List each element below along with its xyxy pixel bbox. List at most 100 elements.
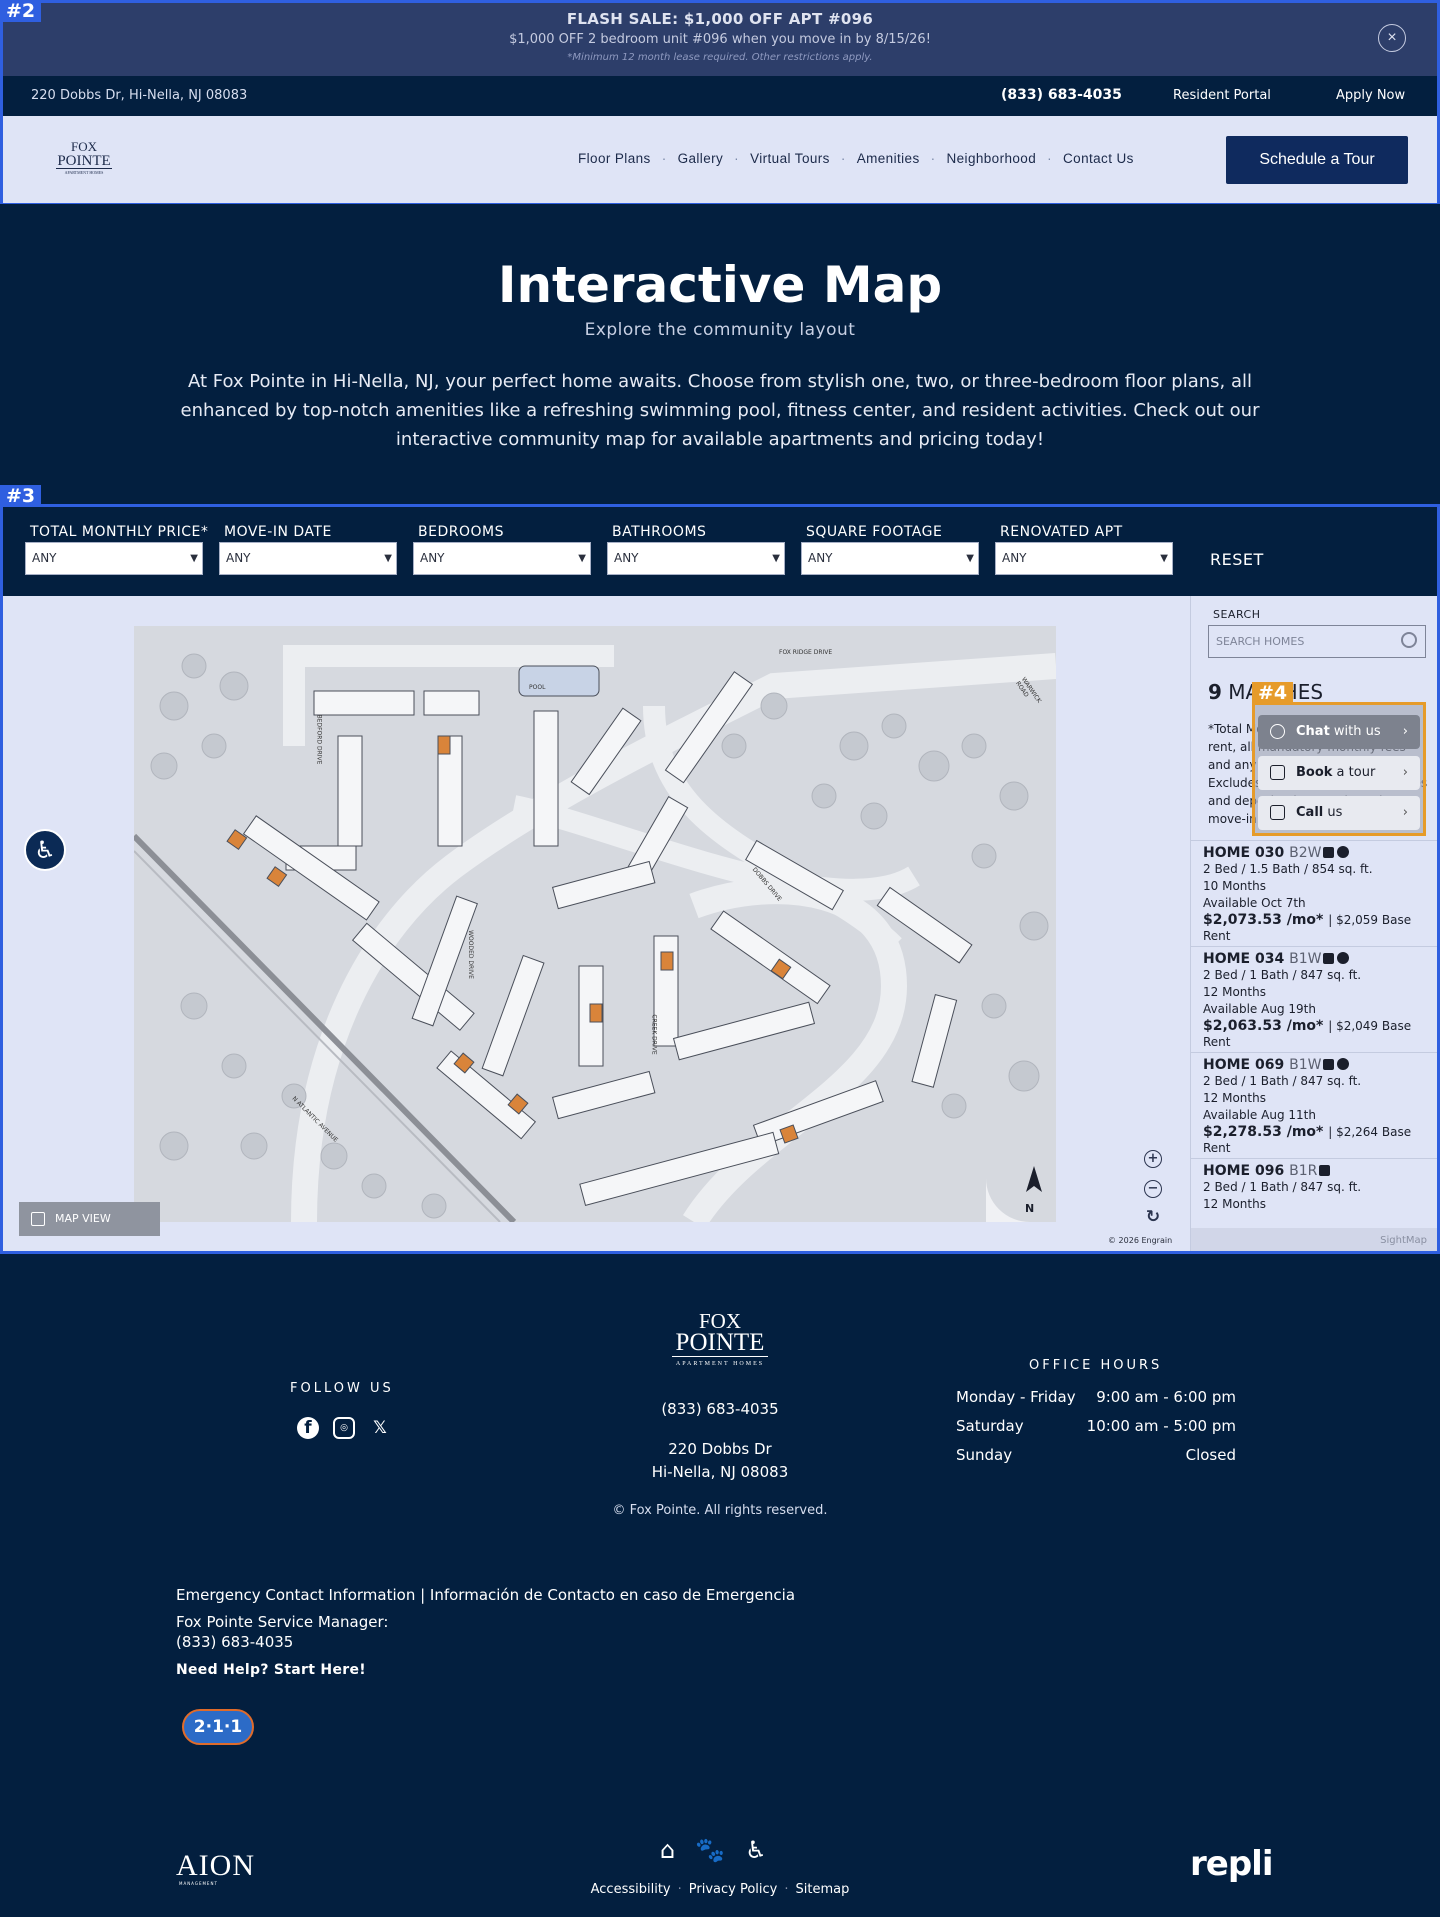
unit-availability: Available Aug 19th bbox=[1203, 1002, 1316, 1016]
reset-view-icon[interactable]: ↻ bbox=[1144, 1209, 1162, 1228]
calculator-icon[interactable] bbox=[1323, 1059, 1335, 1070]
map-icon bbox=[31, 1212, 45, 1226]
search-icon[interactable] bbox=[1401, 632, 1417, 648]
filter-square-footage: SQUARE FOOTAGE ANY ▼ bbox=[801, 524, 979, 575]
unit-card[interactable]: HOME 069 B1W 2 Bed / 1 Bath / 847 sq. ft… bbox=[1191, 1052, 1440, 1156]
map-view-label: MAP VIEW bbox=[55, 1212, 111, 1225]
social-links: f ◎ 𝕏 bbox=[297, 1417, 391, 1439]
flash-sale-title: FLASH SALE: $1,000 OFF APT #096 bbox=[566, 10, 874, 28]
price-select[interactable]: ANY ▼ bbox=[25, 542, 203, 575]
nav-separator: · bbox=[930, 151, 936, 166]
follow-us-heading: FOLLOW US bbox=[290, 1381, 394, 1396]
contact-widget: Chat with us › Book a tour › Call us › bbox=[1252, 702, 1426, 836]
move-in-select[interactable]: ANY ▼ bbox=[219, 542, 397, 575]
211-badge-link[interactable]: 2·1·1 bbox=[182, 1709, 254, 1745]
zoom-out-icon[interactable]: − bbox=[1144, 1180, 1162, 1198]
x-twitter-icon[interactable]: 𝕏 bbox=[369, 1417, 391, 1439]
bathrooms-select[interactable]: ANY ▼ bbox=[607, 542, 785, 575]
unit-card[interactable]: HOME 030 B2W 2 Bed / 1.5 Bath / 854 sq. … bbox=[1191, 840, 1440, 944]
accessibility-icon[interactable]: ♿ bbox=[24, 829, 66, 871]
nav-gallery[interactable]: Gallery bbox=[678, 151, 724, 166]
sqft-select[interactable]: ANY ▼ bbox=[801, 542, 979, 575]
privacy-policy-link[interactable]: Privacy Policy bbox=[689, 1882, 778, 1897]
address-line-2: Hi-Nella, NJ 08083 bbox=[651, 1463, 789, 1481]
section-tag-2: #2 bbox=[0, 0, 42, 22]
play-icon[interactable] bbox=[1337, 1058, 1350, 1070]
book-label-bold: Book bbox=[1296, 765, 1333, 780]
header-phone-link[interactable]: (833) 683-4035 bbox=[1001, 87, 1122, 103]
site-logo[interactable]: FOX POINTE APARTMENT HOMES bbox=[56, 140, 112, 177]
search-input[interactable]: SEARCH HOMES bbox=[1208, 625, 1426, 658]
unit-price: $2,278.53 /mo* bbox=[1203, 1124, 1324, 1140]
unit-specs: 2 Bed / 1 Bath / 847 sq. ft. bbox=[1203, 1074, 1362, 1088]
nav-floor-plans[interactable]: Floor Plans bbox=[578, 151, 651, 166]
bedrooms-select[interactable]: ANY ▼ bbox=[413, 542, 591, 575]
sitemap-link[interactable]: Sitemap bbox=[796, 1882, 850, 1897]
renovated-select[interactable]: ANY ▼ bbox=[995, 542, 1173, 575]
aion-logo[interactable]: AION bbox=[176, 1849, 255, 1883]
wheelchair-accessible-icon: ♿ bbox=[745, 1836, 767, 1864]
zoom-in-icon[interactable]: + bbox=[1144, 1150, 1162, 1168]
unit-specs: 2 Bed / 1 Bath / 847 sq. ft. bbox=[1203, 968, 1362, 982]
instagram-icon[interactable]: ◎ bbox=[333, 1417, 355, 1439]
hours-day: Sunday bbox=[956, 1446, 1013, 1464]
need-help-heading: Need Help? Start Here! bbox=[176, 1662, 366, 1678]
unit-availability: Available Oct 7th bbox=[1203, 896, 1306, 910]
filter-label: BEDROOMS bbox=[418, 524, 504, 540]
unit-card[interactable]: HOME 096 B1R 2 Bed / 1 Bath / 847 sq. ft… bbox=[1191, 1158, 1440, 1208]
nav-separator: · bbox=[1047, 151, 1053, 166]
section-tag-3: #3 bbox=[0, 485, 42, 507]
map-street-label: BEDFORD DRIVE bbox=[315, 714, 323, 765]
apply-now-link[interactable]: Apply Now bbox=[1336, 88, 1405, 103]
select-value: ANY bbox=[226, 551, 251, 565]
nav-contact-us[interactable]: Contact Us bbox=[1063, 151, 1134, 166]
nav-separator: · bbox=[661, 151, 667, 166]
calculator-icon[interactable] bbox=[1323, 953, 1335, 964]
facebook-icon[interactable]: f bbox=[297, 1417, 319, 1439]
top-contact-bar: 220 Dobbs Dr, Hi-Nella, NJ 08083 (833) 6… bbox=[0, 76, 1440, 116]
site-map[interactable]: POOL FOX RIDGE DRIVE WARWICK ROAD N ATLA… bbox=[134, 626, 1056, 1222]
filter-label: SQUARE FOOTAGE bbox=[806, 524, 943, 540]
map-view-toggle[interactable]: MAP VIEW bbox=[19, 1202, 160, 1236]
nav-separator: · bbox=[734, 151, 740, 166]
nav-virtual-tours[interactable]: Virtual Tours bbox=[750, 151, 830, 166]
accessibility-link[interactable]: Accessibility bbox=[591, 1882, 671, 1897]
chat-icon bbox=[1270, 724, 1285, 739]
service-manager-phone[interactable]: (833) 683-4035 bbox=[176, 1632, 388, 1652]
nav-neighborhood[interactable]: Neighborhood bbox=[947, 151, 1037, 166]
reset-filters-button[interactable]: RESET bbox=[1210, 550, 1264, 569]
nav-amenities[interactable]: Amenities bbox=[857, 151, 920, 166]
chat-button[interactable]: Chat with us › bbox=[1258, 715, 1420, 749]
play-icon[interactable] bbox=[1337, 952, 1350, 964]
footer-copyright: © Fox Pointe. All rights reserved. bbox=[612, 1503, 828, 1518]
site-map-drawing bbox=[134, 626, 1056, 1222]
calendar-icon bbox=[1270, 765, 1285, 780]
call-button[interactable]: Call us › bbox=[1258, 796, 1420, 830]
map-filter-bar: TOTAL MONTHLY PRICE* ANY ▼ MOVE-IN DATE A… bbox=[0, 504, 1440, 596]
north-label: N bbox=[1025, 1202, 1035, 1215]
unit-price: $2,063.53 /mo* bbox=[1203, 1018, 1324, 1034]
map-label-pool: POOL bbox=[529, 684, 546, 691]
filter-renovated-apt: RENOVATED APT ANY ▼ bbox=[995, 524, 1173, 575]
footer-links: Accessibility · Privacy Policy · Sitemap bbox=[0, 1882, 1440, 1897]
select-value: ANY bbox=[614, 551, 639, 565]
sightmap-credit: SightMap bbox=[1191, 1228, 1440, 1254]
repli-logo[interactable]: repli bbox=[1190, 1844, 1273, 1884]
book-tour-button[interactable]: Book a tour › bbox=[1258, 756, 1420, 790]
footer-logo[interactable]: FOX POINTE APARTMENT HOMES bbox=[672, 1310, 768, 1371]
calculator-icon[interactable] bbox=[1323, 847, 1335, 858]
logo-word-pointe: POINTE bbox=[672, 1330, 768, 1357]
chat-label-bold: Chat bbox=[1296, 724, 1330, 739]
play-icon[interactable] bbox=[1337, 846, 1350, 858]
unit-card[interactable]: HOME 034 B1W 2 Bed / 1 Bath / 847 sq. ft… bbox=[1191, 946, 1440, 1050]
service-manager: Fox Pointe Service Manager: (833) 683-40… bbox=[176, 1612, 388, 1652]
calculator-icon[interactable] bbox=[1319, 1165, 1331, 1176]
close-icon[interactable]: × bbox=[1378, 24, 1406, 52]
filter-bathrooms: BATHROOMS ANY ▼ bbox=[607, 524, 785, 575]
schedule-tour-button[interactable]: Schedule a Tour bbox=[1226, 136, 1408, 184]
chevron-right-icon: › bbox=[1402, 765, 1408, 780]
unit-plan-code: B1W bbox=[1289, 1057, 1322, 1073]
resident-portal-link[interactable]: Resident Portal bbox=[1173, 88, 1271, 103]
main-navigation: FOX POINTE APARTMENT HOMES Floor Plans ·… bbox=[0, 116, 1440, 204]
select-value: ANY bbox=[420, 551, 445, 565]
